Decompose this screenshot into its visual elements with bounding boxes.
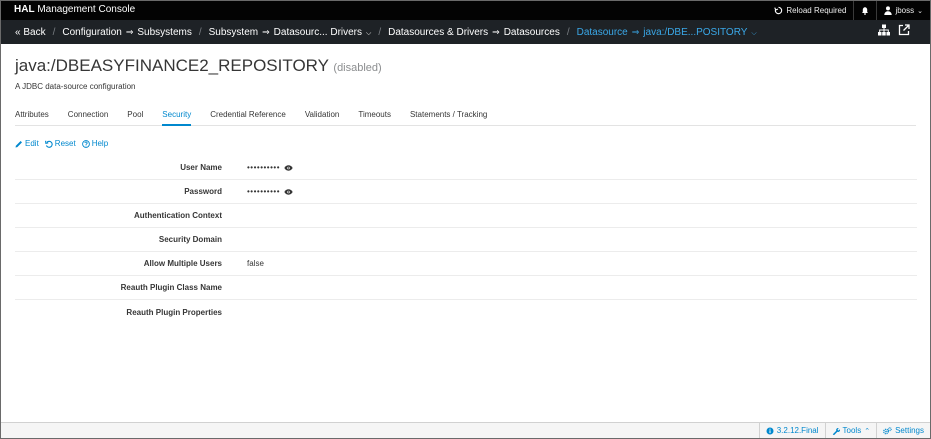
tools-label: Tools bbox=[842, 426, 862, 435]
notifications-button[interactable] bbox=[853, 1, 876, 20]
page-subtitle: A JDBC data-source configuration bbox=[15, 82, 136, 91]
form-row-allow-multiple-users: Allow Multiple Users false bbox=[15, 252, 917, 276]
user-menu[interactable]: jboss ⌄ bbox=[876, 1, 930, 20]
breadcrumb-separator: / bbox=[52, 26, 56, 38]
arrow-right-icon: ⇒ bbox=[262, 26, 270, 37]
breadcrumb: « Back / Configuration ⇒ Subsystems / Su… bbox=[1, 20, 930, 44]
breadcrumb-ds-drivers[interactable]: Datasources & Drivers bbox=[388, 27, 488, 38]
brand-bold: HAL bbox=[14, 4, 35, 15]
field-label: Reauth Plugin Class Name bbox=[120, 283, 222, 292]
field-label: Security Domain bbox=[158, 235, 222, 244]
eye-icon[interactable] bbox=[284, 164, 293, 171]
breadcrumb-separator: / bbox=[566, 26, 570, 38]
chevron-down-icon: ⌵ bbox=[366, 29, 372, 37]
field-label: Authentication Context bbox=[134, 211, 222, 220]
external-link-icon[interactable] bbox=[898, 24, 910, 36]
arrow-right-icon: ⇒ bbox=[125, 26, 134, 37]
breadcrumb-current-selector[interactable]: java:/DBE...POSITORY ⌵ bbox=[643, 27, 756, 38]
security-form: User Name •••••••••• Password ••••••••••… bbox=[15, 156, 917, 324]
form-actions: Edit Reset Help bbox=[15, 139, 108, 148]
help-label: Help bbox=[91, 139, 109, 148]
tab-attributes[interactable]: Attributes bbox=[15, 109, 49, 126]
form-row-reauth-plugin-properties: Reauth Plugin Properties bbox=[15, 300, 917, 324]
info-icon bbox=[766, 427, 774, 435]
tab-timeouts[interactable]: Timeouts bbox=[358, 109, 391, 126]
window: HAL Management Console Reload Required j… bbox=[0, 0, 931, 439]
form-row-user-name: User Name •••••••••• bbox=[15, 156, 917, 180]
breadcrumb-subsystem-value: Datasourc... Drivers bbox=[273, 26, 363, 38]
breadcrumb-separator: / bbox=[198, 26, 202, 38]
tab-security[interactable]: Security bbox=[162, 109, 192, 126]
back-link[interactable]: « Back bbox=[15, 27, 46, 38]
field-label: Reauth Plugin Properties bbox=[126, 307, 222, 317]
field-value: •••••••••• bbox=[247, 163, 293, 172]
tab-credential-reference[interactable]: Credential Reference bbox=[210, 109, 286, 126]
masked-value: •••••••••• bbox=[247, 187, 281, 196]
settings-label: Settings bbox=[895, 426, 924, 435]
help-icon bbox=[81, 139, 90, 148]
breadcrumb-separator: / bbox=[378, 26, 382, 38]
reset-label: Reset bbox=[54, 139, 76, 148]
user-icon bbox=[884, 6, 893, 15]
gears-icon bbox=[883, 426, 892, 435]
tab-connection[interactable]: Connection bbox=[68, 109, 108, 126]
breadcrumb-datasources[interactable]: Datasources bbox=[504, 27, 560, 38]
wrench-icon bbox=[832, 427, 840, 435]
field-label: Password bbox=[184, 187, 222, 196]
pencil-icon bbox=[15, 140, 23, 148]
chevron-down-icon: ⌵ bbox=[751, 29, 757, 37]
help-button[interactable]: Help bbox=[81, 139, 109, 148]
form-row-reauth-plugin-class-name: Reauth Plugin Class Name bbox=[15, 276, 917, 300]
chevron-down-icon: ⌄ bbox=[917, 7, 923, 15]
form-row-authentication-context: Authentication Context bbox=[15, 204, 917, 228]
model-browser-icon[interactable] bbox=[878, 24, 890, 36]
breadcrumb-subsystem[interactable]: Subsystem bbox=[209, 27, 258, 38]
breadcrumb-current-value: java:/DBE...POSITORY bbox=[643, 26, 748, 38]
tools-menu[interactable]: Tools ⌃ bbox=[824, 423, 877, 438]
tab-validation[interactable]: Validation bbox=[305, 109, 340, 126]
page-title: java:/DBEASYFINANCE2_REPOSITORY (disable… bbox=[15, 56, 382, 76]
brand-rest: Management Console bbox=[34, 4, 136, 15]
reload-required-label: Reload Required bbox=[786, 6, 847, 15]
field-value: false bbox=[247, 259, 264, 268]
edit-button[interactable]: Edit bbox=[15, 139, 39, 148]
settings-button[interactable]: Settings bbox=[876, 423, 930, 438]
version-label: 3.2.12.Final bbox=[776, 426, 819, 435]
bell-icon bbox=[861, 6, 869, 15]
arrow-right-icon: ⇒ bbox=[631, 26, 640, 37]
breadcrumb-subsystem-selector[interactable]: Datasourc... Drivers ⌵ bbox=[274, 27, 372, 38]
reload-icon bbox=[774, 6, 783, 15]
tab-pool[interactable]: Pool bbox=[127, 109, 143, 126]
breadcrumb-subsystems[interactable]: Subsystems bbox=[137, 27, 191, 38]
field-label: Allow Multiple Users bbox=[143, 259, 222, 268]
field-label: User Name bbox=[180, 163, 222, 172]
eye-icon[interactable] bbox=[284, 188, 293, 195]
field-value: •••••••••• bbox=[247, 187, 293, 196]
breadcrumb-configuration[interactable]: Configuration bbox=[62, 27, 121, 38]
page-title-text: java:/DBEASYFINANCE2_REPOSITORY bbox=[15, 56, 329, 75]
arrow-right-icon: ⇒ bbox=[492, 26, 500, 37]
edit-label: Edit bbox=[25, 139, 39, 148]
tab-bar: Attributes Connection Pool Security Cred… bbox=[15, 109, 916, 126]
undo-icon bbox=[44, 140, 53, 148]
form-row-security-domain: Security Domain bbox=[15, 228, 917, 252]
reload-required-button[interactable]: Reload Required bbox=[767, 1, 853, 20]
masthead-tools: Reload Required jboss ⌄ bbox=[767, 1, 930, 20]
tab-statements-tracking[interactable]: Statements / Tracking bbox=[410, 109, 487, 126]
chevron-up-icon: ⌃ bbox=[864, 427, 871, 435]
form-row-password: Password •••••••••• bbox=[15, 180, 917, 204]
reset-button[interactable]: Reset bbox=[44, 139, 76, 148]
disabled-badge: (disabled) bbox=[333, 62, 382, 74]
version-button[interactable]: 3.2.12.Final bbox=[758, 423, 825, 438]
app-brand[interactable]: HAL Management Console bbox=[14, 4, 135, 15]
breadcrumb-datasource[interactable]: Datasource bbox=[577, 27, 628, 38]
breadcrumb-tools bbox=[878, 24, 910, 36]
footer: 3.2.12.Final Tools ⌃ Settings bbox=[1, 422, 930, 438]
user-name: jboss bbox=[895, 6, 915, 15]
masked-value: •••••••••• bbox=[247, 163, 281, 172]
masthead: HAL Management Console Reload Required j… bbox=[1, 1, 930, 20]
